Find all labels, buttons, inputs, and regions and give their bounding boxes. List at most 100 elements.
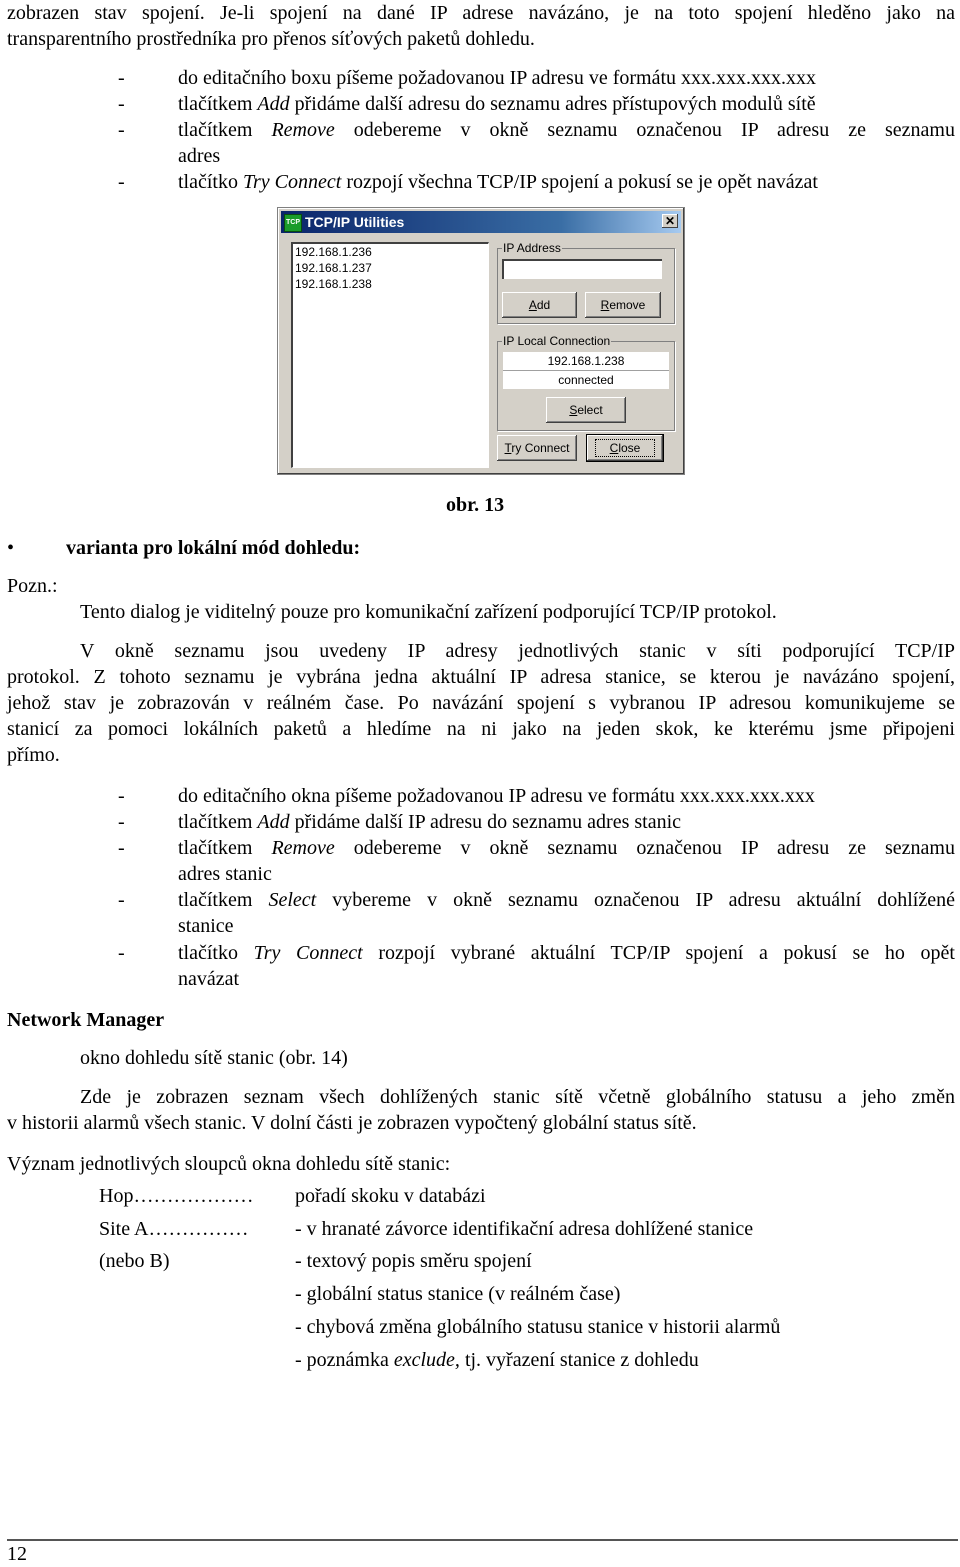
- list-item: tlačítkem Remove odebereme v okně seznam…: [178, 117, 955, 143]
- add-button[interactable]: Add: [502, 292, 577, 318]
- group-label: IP Local Connection: [502, 334, 612, 348]
- list-item-text: tlačítkem: [178, 119, 272, 141]
- dash: -: [118, 785, 125, 807]
- dash: -: [118, 811, 125, 833]
- list-item: do editačního boxu píšeme požadovanou IP…: [178, 65, 955, 91]
- column-desc: pořadí skoku v databázi: [295, 1185, 486, 1207]
- intro-line-1: zobrazen stav spojení. Je-li spojení na …: [7, 2, 955, 24]
- intro-line-2: transparentního prostředníka pro přenos …: [7, 28, 535, 50]
- column-desc: - globální status stanice (v reálném čas…: [295, 1283, 621, 1305]
- list-item-text: do editačního boxu píšeme požadovanou IP…: [178, 67, 817, 89]
- desc-text: - poznámka: [295, 1349, 394, 1371]
- connection-status: connected: [503, 371, 669, 389]
- list-item-emphasis: Try Connect: [242, 171, 342, 193]
- list-item: tlačítkem Remove odebereme v okně seznam…: [178, 835, 955, 861]
- column-term: Site A……………: [99, 1218, 249, 1240]
- list-item-text: do editačního okna píšeme požadovanou IP…: [178, 785, 815, 807]
- column-term: (nebo B): [99, 1250, 170, 1272]
- dash: -: [118, 942, 125, 964]
- button-label: lose: [618, 441, 641, 455]
- local-ip-value: 192.168.1.238: [503, 352, 669, 371]
- group-label: IP Address: [502, 241, 562, 255]
- para1-line: stanicí za pomoci lokálních paketů a hle…: [7, 718, 955, 740]
- dash: -: [118, 889, 125, 911]
- button-label: ry Connect: [511, 441, 570, 455]
- section-subheading: okno dohledu sítě stanic (obr. 14): [80, 1047, 348, 1069]
- list-item-continuation: navázat: [178, 968, 240, 990]
- accel-key: A: [528, 298, 537, 312]
- column-term: Hop………………: [99, 1185, 254, 1207]
- column-desc: - textový popis směru spojení: [295, 1250, 532, 1272]
- list-item: do editačního okna píšeme požadovanou IP…: [178, 783, 955, 809]
- dash: -: [118, 93, 125, 115]
- list-item[interactable]: 192.168.1.238: [293, 276, 488, 292]
- list-item-text: tlačítkem: [178, 93, 258, 115]
- footer-rule: [7, 1539, 958, 1541]
- list-item: tlačítko Try Connect rozpojí vybrané akt…: [178, 940, 955, 966]
- button-label: dd: [536, 298, 551, 312]
- list-item-text: tlačítkem: [178, 837, 272, 859]
- list-item-text: tlačítko: [178, 171, 243, 193]
- select-button[interactable]: Select: [546, 397, 626, 423]
- list-item: tlačítkem Add přidáme další IP adresu do…: [178, 809, 955, 835]
- section-para-line: v historii alarmů všech stanic. V dolní …: [7, 1112, 697, 1134]
- dash: -: [118, 67, 125, 89]
- dialog-title: TCP/IP Utilities: [305, 214, 405, 230]
- list-item-emphasis: Try Connect: [253, 942, 363, 964]
- list-item-emphasis: Add: [257, 811, 290, 833]
- column-desc: - chybová změna globálního statusu stani…: [295, 1316, 781, 1338]
- list-item-text: tlačítko: [178, 942, 254, 964]
- try-connect-button[interactable]: Try Connect: [497, 435, 577, 461]
- list-item: tlačítkem Select vybereme v okně seznamu…: [178, 887, 955, 913]
- list-item-text: přidáme další adresu do seznamu adres př…: [289, 93, 816, 115]
- list-item-continuation: adres: [178, 145, 221, 167]
- tcp-app-icon: TCP: [284, 214, 302, 232]
- list-item: tlačítko Try Connect rozpojí všechna TCP…: [178, 169, 955, 195]
- list-item: tlačítkem Add přidáme další adresu do se…: [178, 91, 955, 117]
- button-label: emove: [609, 298, 646, 312]
- tcpip-utilities-dialog: TCP TCP/IP Utilities ✕ 192.168.1.236 192…: [277, 207, 685, 475]
- section-heading: Network Manager: [7, 1009, 165, 1031]
- list-item-text: vybereme v okně seznamu označenou IP adr…: [316, 889, 955, 911]
- accel-key: R: [600, 298, 610, 312]
- para1-line: přímo.: [7, 744, 60, 766]
- dash: -: [118, 837, 125, 859]
- para1-line: protokol. Z tohoto seznamu je vybrána je…: [7, 666, 955, 688]
- dash: -: [118, 119, 125, 141]
- list-item-continuation: stanice: [178, 915, 234, 937]
- list-item[interactable]: 192.168.1.236: [293, 244, 488, 260]
- list-item-text: rozpojí všechna TCP/IP spojení a pokusí …: [341, 171, 818, 193]
- bullet-icon: •: [7, 537, 15, 559]
- close-icon[interactable]: ✕: [662, 214, 678, 228]
- bullet-heading: varianta pro lokální mód dohledu:: [66, 537, 361, 559]
- list-item-text: odebereme v okně seznamu označenou IP ad…: [334, 837, 955, 859]
- list-item-text: tlačítkem: [178, 889, 269, 911]
- list-item-emphasis: Remove: [271, 837, 335, 859]
- close-button[interactable]: Close: [586, 434, 664, 462]
- button-label: elect: [577, 403, 603, 417]
- desc-text: tj. vyřazení stanice z dohledu: [459, 1349, 699, 1371]
- list-item-continuation: adres stanic: [178, 863, 272, 885]
- columns-intro: Význam jednotlivých sloupců okna dohledu…: [7, 1153, 451, 1175]
- figure-caption: obr. 13: [446, 494, 505, 516]
- list-item[interactable]: 192.168.1.237: [293, 260, 488, 276]
- para1-line: V okně seznamu jsou uvedeny IP adresy je…: [80, 640, 955, 662]
- list-item-emphasis: Select: [268, 889, 317, 911]
- remove-button[interactable]: Remove: [585, 292, 661, 318]
- desc-emphasis: exclude,: [393, 1349, 460, 1371]
- ip-address-list[interactable]: 192.168.1.236 192.168.1.237 192.168.1.23…: [291, 242, 489, 468]
- list-item-text: odebereme v okně seznamu označenou IP ad…: [334, 119, 955, 141]
- note-text: Tento dialog je viditelný pouze pro komu…: [80, 601, 777, 623]
- column-desc: - v hranaté závorce identifikační adresa…: [295, 1218, 754, 1240]
- list-item-emphasis: Add: [257, 93, 290, 115]
- ip-address-group: IP Address Add Remove: [497, 241, 675, 324]
- page-number: 12: [7, 1543, 27, 1565]
- dash: -: [118, 171, 125, 193]
- title-bar[interactable]: TCP TCP/IP Utilities ✕: [281, 211, 681, 233]
- list-item-text: přidáme další IP adresu do seznamu adres…: [289, 811, 681, 833]
- ip-local-connection-group: IP Local Connection 192.168.1.238 connec…: [497, 334, 675, 431]
- section-para-line: Zde je zobrazen seznam všech dohlížených…: [80, 1086, 955, 1108]
- ip-address-input[interactable]: [502, 259, 662, 279]
- list-item-emphasis: Remove: [271, 119, 335, 141]
- focus-rect: Close: [594, 439, 656, 457]
